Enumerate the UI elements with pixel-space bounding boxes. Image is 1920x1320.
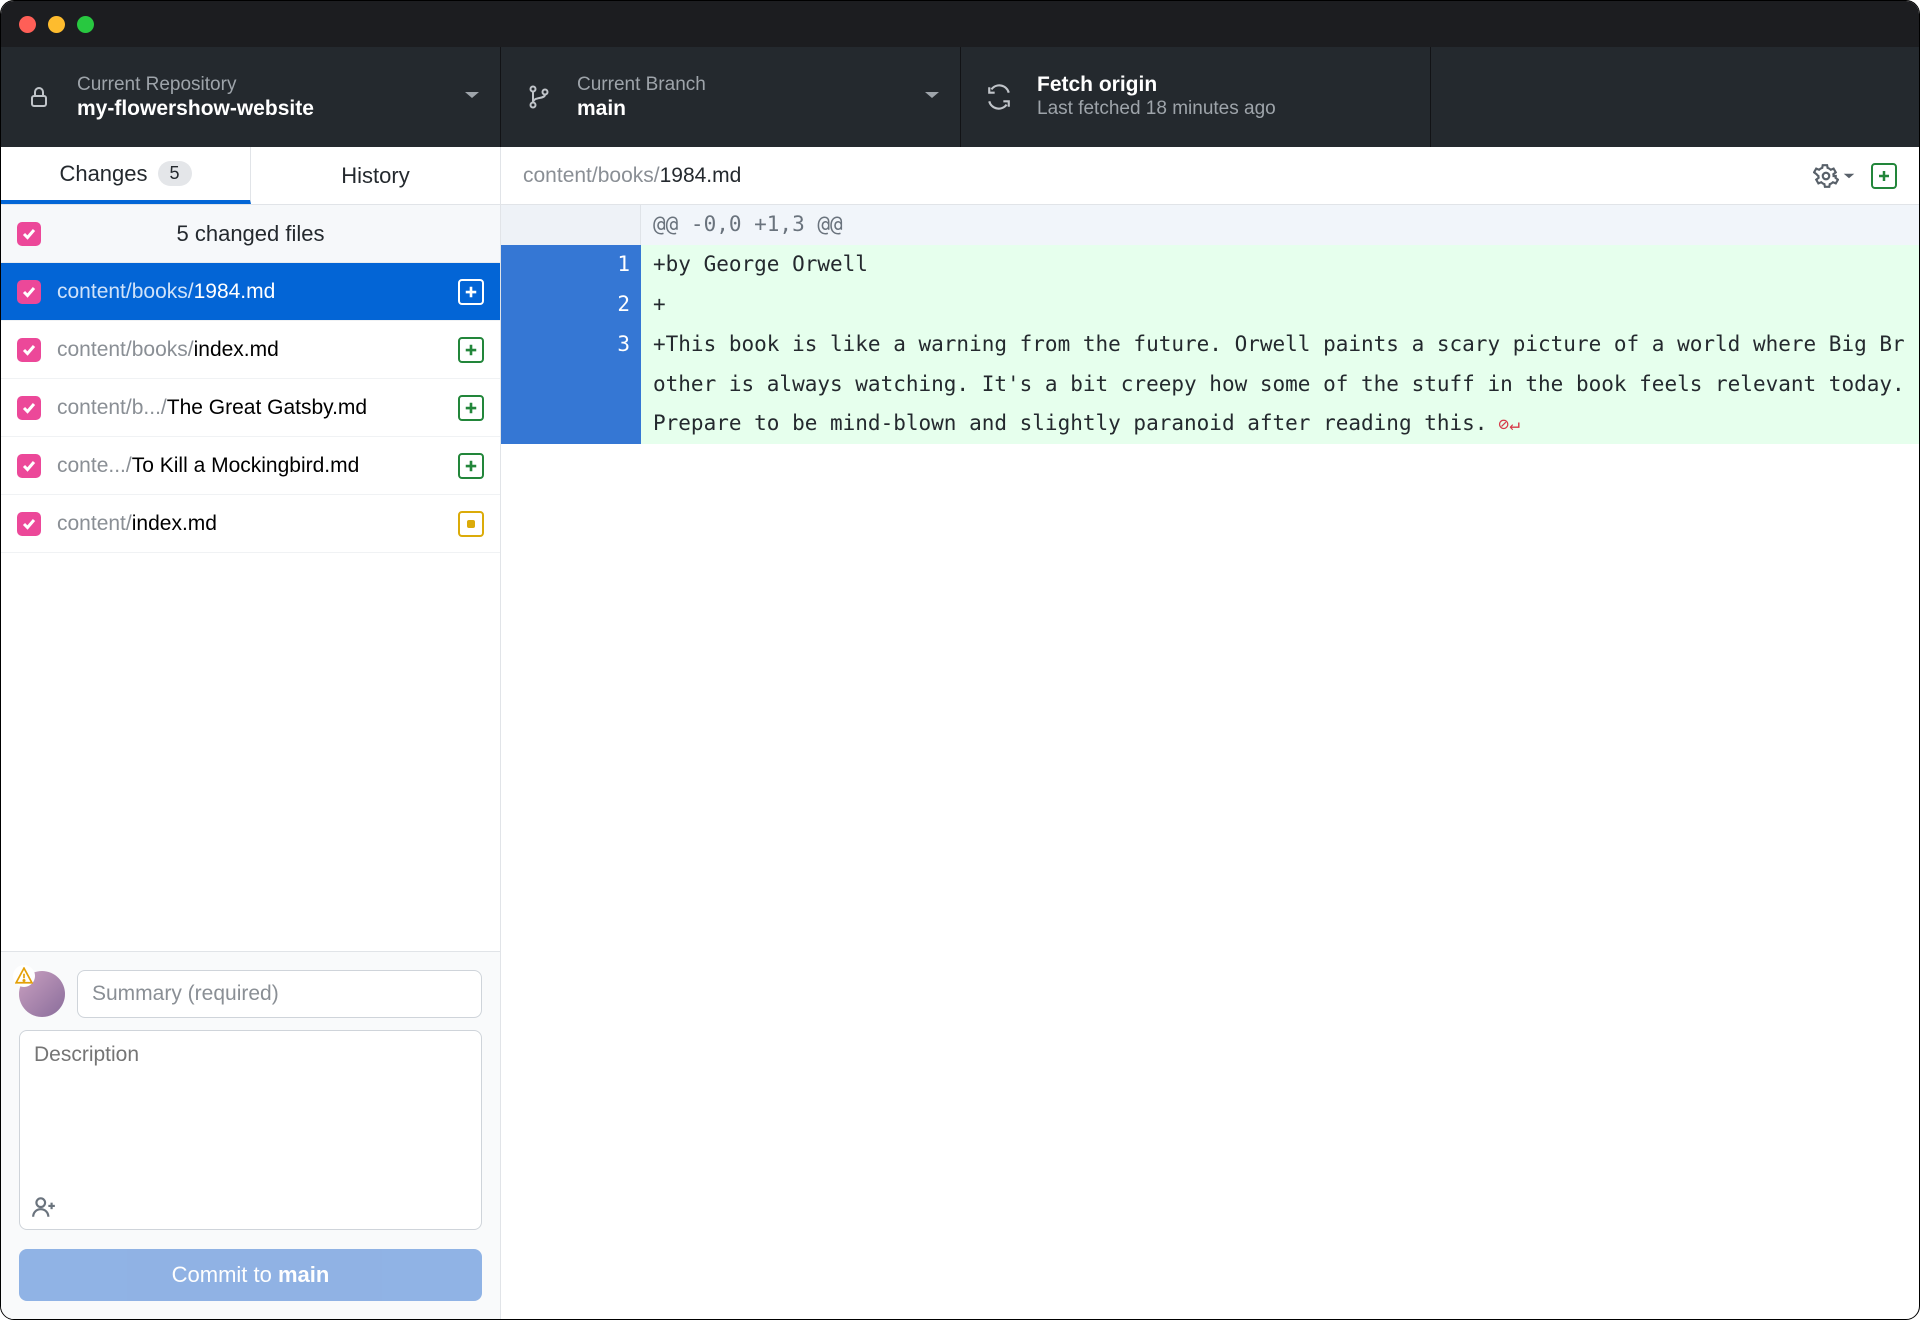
window-minimize-button[interactable] [48,16,65,33]
commit-description-input[interactable] [19,1030,482,1230]
file-checkbox[interactable] [17,396,41,420]
file-path-name: 1984.md [660,164,742,188]
current-repository-dropdown[interactable]: Current Repository my-flowershow-website [1,47,501,147]
fetch-label: Fetch origin [1037,73,1276,97]
avatar [19,971,65,1017]
file-path: content/index.md [57,512,442,536]
file-list: content/books/1984.md content/books/index… [1,263,500,951]
expand-diff-button[interactable] [1871,163,1897,189]
repo-value: my-flowershow-website [77,97,314,121]
sidebar: Changes 5 History 5 changed files conten… [1,147,501,1319]
add-coauthor-icon[interactable] [31,1194,57,1225]
file-row[interactable]: content/index.md [1,495,500,553]
commit-summary-input[interactable] [77,970,482,1018]
repo-label: Current Repository [77,73,314,98]
diff-panel: content/books/1984.md @@ -0,0 +1,3 @@1+b… [501,147,1919,1319]
chevron-down-icon [464,87,480,108]
file-added-icon [458,453,484,479]
file-path-dim: content/books/ [523,164,660,188]
toolbar: Current Repository my-flowershow-website… [1,47,1919,147]
file-row[interactable]: content/b.../The Great Gatsby.md [1,379,500,437]
file-row[interactable]: content/books/index.md [1,321,500,379]
current-branch-dropdown[interactable]: Current Branch main [501,47,961,147]
file-checkbox[interactable] [17,280,41,304]
file-checkbox[interactable] [17,454,41,478]
changes-header: 5 changed files [1,205,500,263]
window-close-button[interactable] [19,16,36,33]
changes-summary-text: 5 changed files [177,221,325,247]
fetch-status: Last fetched 18 minutes ago [1037,97,1276,122]
file-path: content/books/index.md [57,338,442,362]
titlebar [1,1,1919,47]
tab-changes[interactable]: Changes 5 [1,147,251,204]
commit-button-branch: main [278,1262,329,1287]
chevron-down-icon [924,87,940,108]
file-added-icon [458,337,484,363]
tab-history[interactable]: History [251,147,500,204]
diff-view[interactable]: @@ -0,0 +1,3 @@1+by George Orwell2+3+Thi… [501,205,1919,1319]
app-window: Current Repository my-flowershow-website… [0,0,1920,1320]
file-row[interactable]: content/books/1984.md [1,263,500,321]
select-all-checkbox[interactable] [17,222,41,246]
diff-settings-button[interactable] [1813,163,1855,189]
window-zoom-button[interactable] [77,16,94,33]
file-added-icon [458,279,484,305]
tab-changes-label: Changes [59,161,147,187]
warning-icon [13,965,35,987]
file-header: content/books/1984.md [501,147,1919,205]
branch-value: main [577,97,706,121]
file-checkbox[interactable] [17,338,41,362]
git-branch-icon [525,83,553,111]
commit-button-prefix: Commit to [172,1262,278,1287]
file-path: content/b.../The Great Gatsby.md [57,396,442,420]
file-modified-icon [458,511,484,537]
file-added-icon [458,395,484,421]
file-path: conte.../To Kill a Mockingbird.md [57,454,442,478]
sidebar-tabs: Changes 5 History [1,147,500,205]
branch-label: Current Branch [577,73,706,98]
tab-history-label: History [341,163,409,189]
file-row[interactable]: conte.../To Kill a Mockingbird.md [1,437,500,495]
file-checkbox[interactable] [17,512,41,536]
sync-icon [985,83,1013,111]
changes-count-badge: 5 [158,161,192,186]
fetch-origin-button[interactable]: Fetch origin Last fetched 18 minutes ago [961,47,1431,147]
file-path: content/books/1984.md [57,280,442,304]
lock-icon [25,83,53,111]
commit-button[interactable]: Commit to main [19,1249,482,1301]
commit-box: Commit to main [1,951,500,1319]
